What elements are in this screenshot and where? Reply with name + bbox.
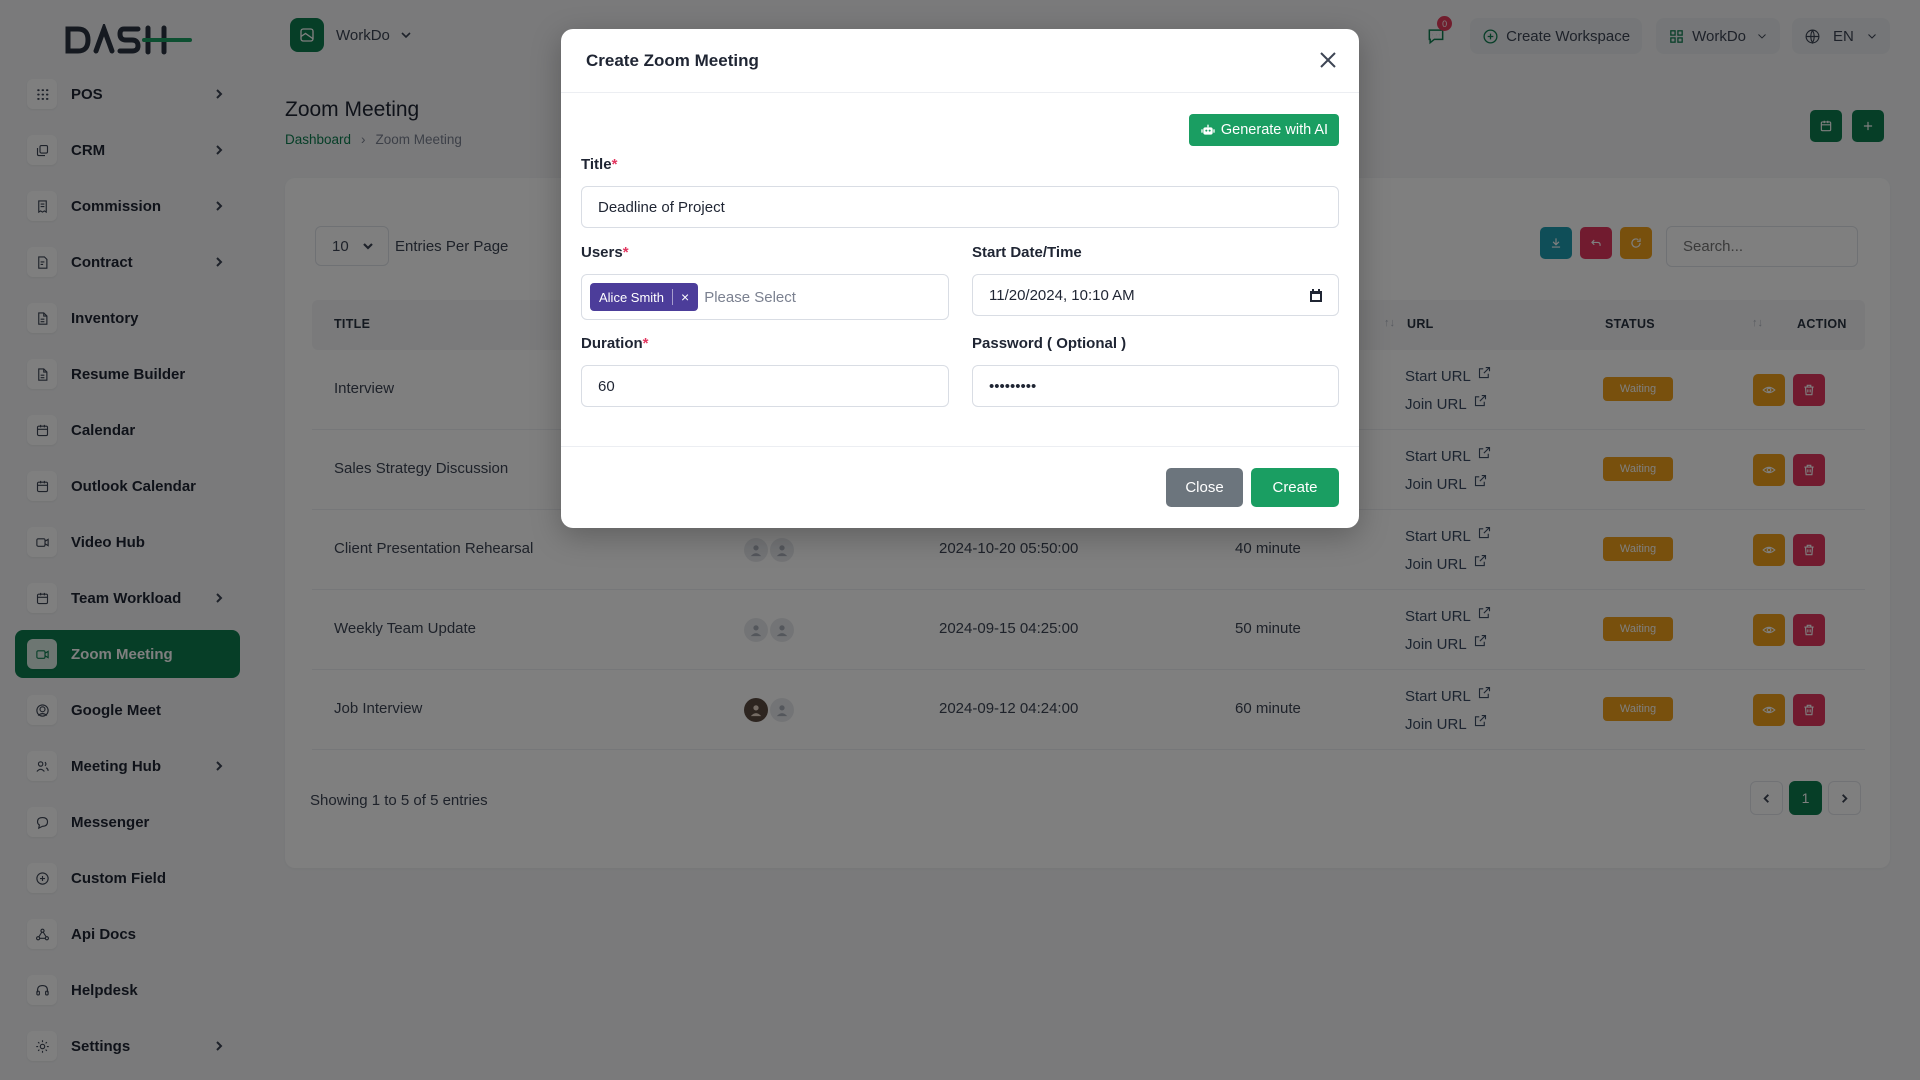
users-label: Users* <box>581 244 629 261</box>
users-select[interactable]: Alice Smith × Please Select <box>581 274 949 320</box>
modal-footer-divider <box>561 446 1359 447</box>
required-mark: * <box>622 244 629 261</box>
create-zoom-meeting-modal: Create Zoom Meeting Generate with AI Tit… <box>561 29 1359 528</box>
users-placeholder: Please Select <box>704 288 796 306</box>
generate-with-ai-label: Generate with AI <box>1220 122 1329 138</box>
password-value: ••••••••• <box>989 377 1037 395</box>
create-button[interactable]: Create <box>1251 468 1339 507</box>
tag-divider <box>672 289 674 305</box>
title-label-text: Title <box>581 156 612 173</box>
user-tag-label: Alice Smith <box>599 289 665 305</box>
start-datetime-label: Start Date/Time <box>972 244 1082 261</box>
close-icon <box>1320 52 1336 68</box>
title-input[interactable]: Deadline of Project <box>581 186 1339 228</box>
password-input[interactable]: ••••••••• <box>972 365 1339 407</box>
title-input-value: Deadline of Project <box>598 198 725 216</box>
password-label: Password ( Optional ) <box>972 335 1127 352</box>
required-mark: * <box>611 156 618 173</box>
robot-icon <box>1201 124 1215 135</box>
start-datetime-input[interactable]: 11/20/2024, 10:10 AM <box>972 274 1339 316</box>
start-datetime-value: 11/20/2024, 10:10 AM <box>989 286 1135 304</box>
duration-input[interactable]: 60 <box>581 365 949 407</box>
duration-label-text: Duration <box>581 335 643 352</box>
calendar-icon[interactable] <box>1308 288 1324 304</box>
generate-with-ai-button[interactable]: Generate with AI <box>1189 114 1339 146</box>
remove-tag-icon[interactable]: × <box>681 290 689 304</box>
modal-header: Create Zoom Meeting <box>561 29 1359 93</box>
duration-value: 60 <box>598 377 615 395</box>
duration-label: Duration* <box>581 335 649 352</box>
required-mark: * <box>642 335 649 352</box>
user-tag: Alice Smith × <box>590 283 699 311</box>
modal-close-button[interactable] <box>1319 51 1337 69</box>
close-button[interactable]: Close <box>1166 468 1243 507</box>
title-label: Title* <box>581 156 617 173</box>
modal-title: Create Zoom Meeting <box>586 51 759 70</box>
users-label-text: Users <box>581 244 623 261</box>
